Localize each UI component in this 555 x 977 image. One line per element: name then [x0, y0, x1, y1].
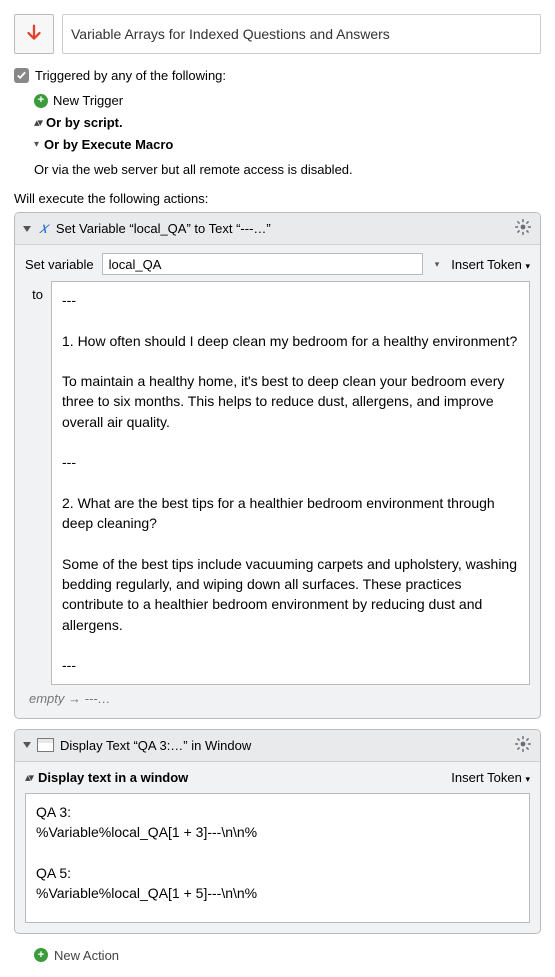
updown-icon: ▴▾ — [25, 771, 32, 784]
display-mode-select[interactable]: Display text in a window — [38, 770, 188, 785]
action-header-title: Set Variable “local_QA” to Text “---…” — [56, 221, 271, 236]
trigger-execute-label: Or by Execute Macro — [44, 137, 173, 152]
action-header[interactable]: Display Text “QA 3:…” in Window — [15, 730, 540, 762]
new-trigger-label: New Trigger — [53, 93, 123, 108]
trigger-script-label: Or by script. — [46, 115, 123, 130]
gear-menu[interactable] — [514, 218, 532, 239]
plus-icon: + — [34, 948, 48, 962]
empty-preview: empty → ---… — [25, 685, 530, 708]
action-header-title: Display Text “QA 3:…” in Window — [60, 738, 251, 753]
trigger-by-execute-macro[interactable]: ▾ Or by Execute Macro — [34, 137, 541, 152]
web-server-note: Or via the web server but all remote acc… — [14, 162, 541, 177]
new-action-button[interactable]: + New Action — [14, 944, 541, 963]
insert-token-button[interactable]: Insert Token ▾ — [451, 257, 530, 272]
chevron-down-icon: ▾ — [34, 139, 39, 150]
variable-x-icon: 𝑥 — [37, 220, 50, 238]
triggered-checkbox[interactable] — [14, 68, 29, 83]
plus-icon: + — [34, 94, 48, 108]
new-action-label: New Action — [54, 948, 119, 963]
set-variable-label: Set variable — [25, 257, 94, 272]
macro-title-text: Variable Arrays for Indexed Questions an… — [71, 26, 390, 42]
action-set-variable: 𝑥 Set Variable “local_QA” to Text “---…”… — [14, 212, 541, 719]
variable-name-value: local_QA — [109, 257, 162, 272]
disclosure-triangle-icon[interactable] — [23, 742, 31, 748]
window-icon — [37, 738, 54, 752]
gear-menu[interactable] — [514, 735, 532, 756]
display-text-value[interactable]: QA 3: %Variable%local_QA[1 + 3]---\n\n% … — [25, 793, 530, 923]
will-execute-label: Will execute the following actions: — [14, 191, 541, 206]
variable-name-input[interactable]: local_QA — [102, 253, 423, 275]
updown-icon: ▴▾ — [34, 116, 41, 129]
trigger-by-script[interactable]: ▴▾ Or by script. — [34, 115, 541, 130]
new-trigger-button[interactable]: + New Trigger — [34, 93, 541, 108]
insert-token-button[interactable]: Insert Token ▾ — [451, 770, 530, 785]
action-display-text: Display Text “QA 3:…” in Window ▴▾ Displ… — [14, 729, 541, 934]
triggered-label: Triggered by any of the following: — [35, 68, 226, 83]
action-header[interactable]: 𝑥 Set Variable “local_QA” to Text “---…” — [15, 213, 540, 245]
variable-dropdown[interactable]: ▾ — [431, 259, 444, 270]
disclosure-triangle-icon[interactable] — [23, 226, 31, 232]
macro-title-input[interactable]: Variable Arrays for Indexed Questions an… — [62, 14, 541, 54]
gear-icon — [514, 735, 532, 753]
to-label: to — [25, 281, 43, 302]
gear-icon — [514, 218, 532, 236]
variable-text-value[interactable]: --- 1. How often should I deep clean my … — [51, 281, 530, 685]
macro-icon — [14, 14, 54, 54]
